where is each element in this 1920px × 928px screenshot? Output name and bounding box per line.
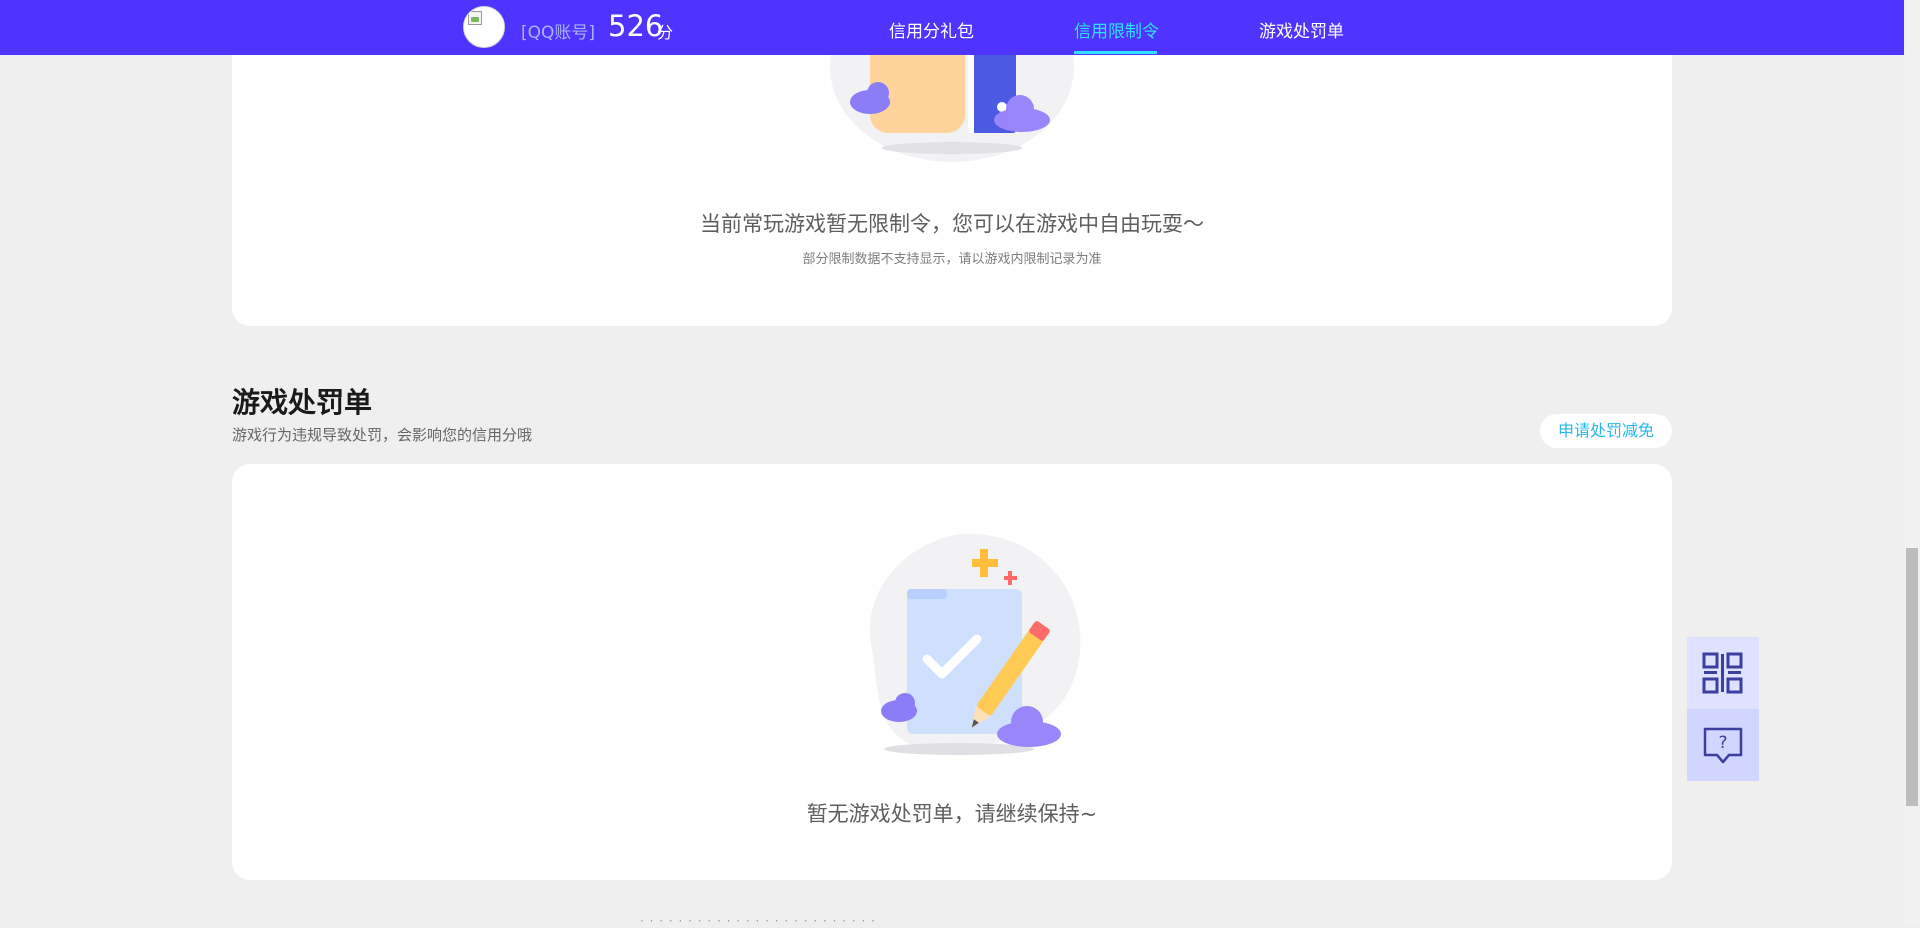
active-tab-indicator xyxy=(1074,51,1157,54)
penalty-empty-card: 暂无游戏处罚单，请继续保持~ xyxy=(232,464,1672,880)
help-question-icon: ? xyxy=(1703,727,1743,764)
user-avatar[interactable] xyxy=(463,6,505,48)
svg-text:?: ? xyxy=(1718,733,1727,753)
no-penalty-illustration xyxy=(869,533,1081,755)
section-description-penalty: 游戏行为违规导致处罚，会影响您的信用分哦 xyxy=(232,426,533,444)
qr-code-icon xyxy=(1702,652,1743,694)
restriction-empty-note: 部分限制数据不支持显示，请以游戏内限制记录为准 xyxy=(802,252,1102,267)
footer-text-cut-off: · · · · · · · · · · · · · · · · · · · · … xyxy=(640,914,876,928)
floating-tool-panel: ? xyxy=(1687,637,1759,781)
apply-penalty-reduction-button[interactable]: 申请处罚减免 xyxy=(1540,414,1672,448)
tab-credit-restriction-order[interactable]: 信用限制令 xyxy=(1074,17,1159,42)
tab-game-penalty-ticket[interactable]: 游戏处罚单 xyxy=(1259,17,1344,42)
credit-score-unit: 分 xyxy=(657,23,674,42)
penalty-empty-message: 暂无游戏处罚单，请继续保持~ xyxy=(806,802,1098,826)
vertical-scrollbar-thumb[interactable] xyxy=(1906,548,1918,806)
help-feedback-button[interactable]: ? xyxy=(1687,709,1759,781)
tab-credit-gift-pack[interactable]: 信用分礼包 xyxy=(889,17,974,42)
account-type-label: [QQ账号] xyxy=(521,23,596,43)
section-title-penalty: 游戏处罚单 xyxy=(232,386,373,419)
qr-code-button[interactable] xyxy=(1687,637,1759,709)
credit-score-value: 526 xyxy=(608,9,664,43)
broken-image-icon xyxy=(468,11,482,25)
restriction-empty-message: 当前常玩游戏暂无限制令，您可以在游戏中自由玩耍～ xyxy=(700,212,1204,236)
top-navigation-bar: [QQ账号] 526 分 信用分礼包 信用限制令 游戏处罚单 xyxy=(0,0,1904,55)
